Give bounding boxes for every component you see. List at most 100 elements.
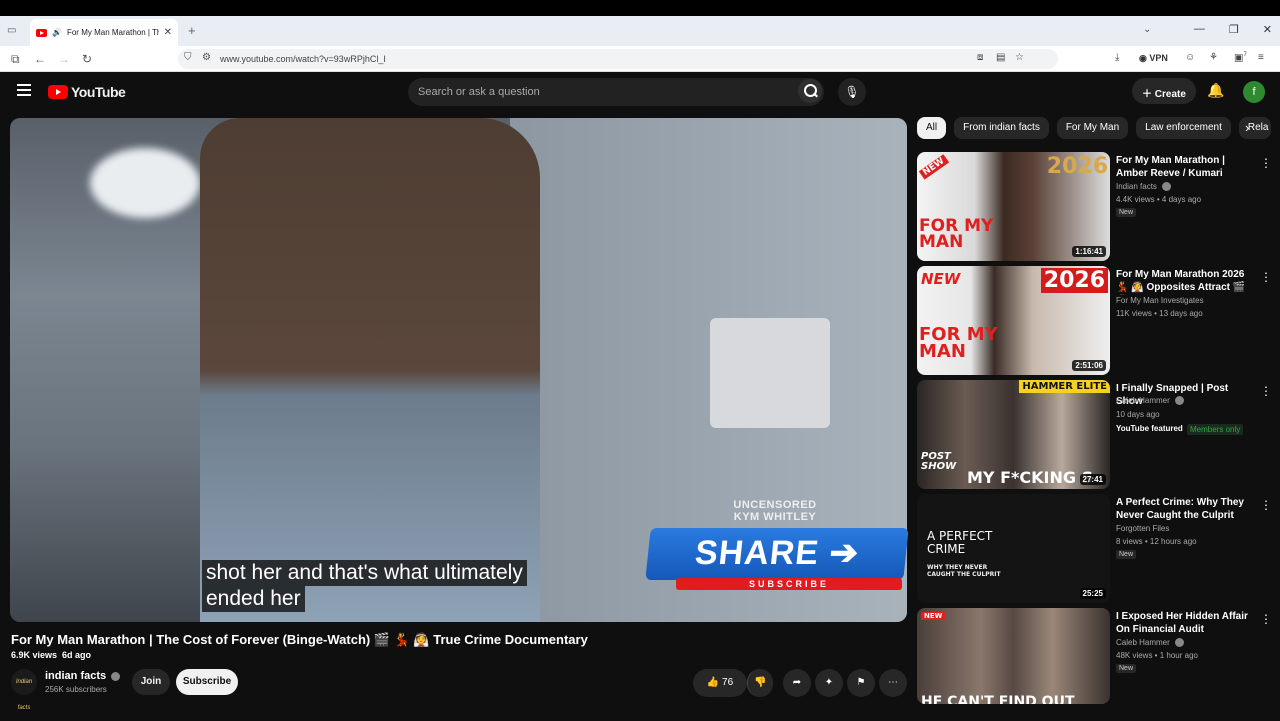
new-tab-icon[interactable]: + (188, 23, 196, 38)
ask-ai-button[interactable]: ✦ (815, 669, 843, 697)
rec-channel[interactable]: Forgotten Files (1116, 524, 1169, 533)
recommendation-item[interactable]: A PERFECT CRIME WHY THEY NEVER CAUGHT TH… (917, 494, 1272, 604)
dislike-button[interactable]: 👎 (747, 669, 773, 697)
video-thumbnail[interactable]: NEW HE CAN'T FIND OUT (917, 608, 1110, 704)
thumb-headline: FOR MY MAN (919, 324, 998, 362)
channel-avatar[interactable]: Indian facts (11, 669, 37, 711)
video-thumbnail[interactable]: NEW 2026 FOR MY MAN 1:16:41 (917, 152, 1110, 261)
create-button[interactable]: ＋ Create (1132, 78, 1196, 104)
recommendation-item[interactable]: HAMMER ELITE POST SHOW MY F*CKING S 27:4… (917, 380, 1272, 490)
more-vertical-icon[interactable]: ⋮ (1260, 156, 1272, 170)
extension-badge-icon[interactable]: ▣7 (1234, 52, 1247, 63)
thumbs-down-icon: 👎 (754, 677, 767, 688)
search-input[interactable]: Search or ask a question (408, 78, 824, 106)
youtube-play-icon (48, 85, 68, 99)
recommendation-item[interactable]: NEW 2026 FOR MY MAN 1:16:41 For My Man M… (917, 152, 1272, 262)
youtube-logo[interactable]: YouTube (48, 84, 126, 100)
microphone-icon[interactable]: 🎙 (838, 78, 866, 106)
overlay-line2: KYM WHITLEY (733, 511, 817, 523)
install-app-icon[interactable]: ⧈ (977, 52, 983, 63)
vpn-label: VPN (1149, 53, 1168, 63)
subscribe-button[interactable]: Subscribe (176, 669, 238, 695)
rec-channel-name[interactable]: Caleb Hammer (1116, 638, 1170, 647)
menu-icon[interactable] (17, 84, 31, 96)
video-duration: 27:41 (1079, 474, 1106, 485)
chip-for-my-man[interactable]: For My Man (1056, 117, 1129, 139)
video-thumbnail[interactable]: A PERFECT CRIME WHY THEY NEVER CAUGHT TH… (917, 494, 1110, 603)
bookmark-icon: ⚑ (856, 677, 866, 688)
youtube-favicon-icon (36, 28, 47, 37)
site-settings-icon[interactable]: ⚙ (202, 52, 211, 63)
like-button[interactable]: 👍 76 (693, 669, 747, 697)
chevron-right-icon[interactable]: › (1245, 120, 1249, 135)
search-icon[interactable] (798, 79, 822, 103)
video-frame-person (200, 118, 540, 622)
rec-title[interactable]: For My Man Marathon 2026 💃 👰 Opposites A… (1116, 268, 1254, 295)
minimize-icon[interactable]: — (1194, 23, 1205, 36)
channel-name-row[interactable]: indian facts (45, 670, 121, 682)
thumb-headline: HE CAN'T FIND OUT (921, 694, 1075, 704)
video-thumbnail[interactable]: NEW 2026 FOR MY MAN 2:51:06 (917, 266, 1110, 375)
more-actions-button[interactable]: ⋯ (879, 669, 907, 697)
chip-from-indian-facts[interactable]: From indian facts (954, 117, 1049, 139)
more-vertical-icon[interactable]: ⋮ (1260, 498, 1272, 512)
chip-law-enforcement[interactable]: Law enforcement (1136, 117, 1231, 139)
restore-icon[interactable]: ❐ (1229, 23, 1239, 36)
thumb-headline-top: 2026 (1040, 268, 1108, 293)
chip-related[interactable]: Rela (1238, 117, 1271, 139)
rec-channel[interactable]: Caleb Hammer (1116, 638, 1184, 648)
tab-close-icon[interactable]: ✕ (164, 27, 172, 38)
verified-icon (1174, 638, 1184, 648)
channel-name[interactable]: indian facts (45, 670, 106, 682)
more-vertical-icon[interactable]: ⋮ (1260, 270, 1272, 284)
audio-icon[interactable]: 🔊 (52, 28, 62, 37)
rec-title[interactable]: A Perfect Crime: Why They Never Caught t… (1116, 496, 1254, 522)
video-thumbnail[interactable]: HAMMER ELITE POST SHOW MY F*CKING S 27:4… (917, 380, 1110, 489)
reload-icon[interactable]: ↻ (82, 52, 92, 66)
tab-search-dropdown-icon[interactable]: ⌄ (1143, 24, 1151, 35)
save-button[interactable]: ⚑ (847, 669, 875, 697)
rec-meta: 48K views • 1 hour ago (1116, 651, 1198, 660)
like-count: 76 (722, 677, 734, 688)
video-frame-lampshade (710, 318, 830, 428)
caption-line2: ended her (202, 586, 305, 612)
browser-tab-active[interactable]: 🔊 For My Man Marathon | The Cost of Fore… (30, 19, 178, 46)
rec-channel-name[interactable]: Indian facts (1116, 182, 1157, 191)
members-only-badge: Members only (1187, 424, 1244, 435)
notifications-bell-icon[interactable]: 🔔 (1207, 82, 1224, 99)
rec-channel-name[interactable]: Caleb Hammer (1116, 396, 1170, 405)
bookmark-star-icon[interactable]: ☆ (1015, 52, 1024, 63)
chip-all[interactable]: All (917, 117, 947, 139)
window-close-icon[interactable]: ✕ (1263, 23, 1272, 36)
address-bar[interactable]: ⛉ ⚙ www.youtube.com/watch?v=93wRPjhCl_I (178, 49, 1058, 69)
thumb-headline-top: HAMMER ELITE (1019, 380, 1110, 393)
tab-actions-icon[interactable]: ▭ (7, 25, 16, 36)
new-badge: New (1116, 550, 1137, 559)
vpn-button[interactable]: ◉ VPN (1139, 53, 1168, 64)
account-icon[interactable]: ☺ (1185, 52, 1195, 63)
security-shield-icon[interactable]: ⛉ (184, 52, 192, 63)
back-icon[interactable]: ← (34, 52, 46, 66)
rec-channel[interactable]: Indian facts (1116, 182, 1171, 192)
recommendation-item[interactable]: NEW 2026 FOR MY MAN 2:51:06 For My Man M… (917, 266, 1272, 376)
video-frame-lamp (90, 148, 200, 218)
rec-title[interactable]: For My Man Marathon | Amber Reeve / Kuma… (1116, 154, 1254, 181)
browser-menu-icon[interactable]: ≡ (1258, 52, 1264, 63)
join-button[interactable]: Join (132, 669, 170, 695)
share-button[interactable]: ➦ (783, 669, 811, 697)
sidebar-toggle-icon[interactable]: ⧉ (11, 52, 20, 67)
thumb-corner-label: POST SHOW (921, 451, 957, 472)
forward-icon[interactable]: → (58, 52, 70, 66)
more-vertical-icon[interactable]: ⋮ (1260, 384, 1272, 398)
extensions-icon[interactable]: ⚘ (1209, 52, 1218, 63)
more-horizontal-icon: ⋯ (888, 677, 898, 688)
reader-mode-icon[interactable]: ▤ (996, 52, 1005, 63)
rec-channel[interactable]: For My Man Investigates (1116, 296, 1204, 305)
user-avatar[interactable]: f (1243, 81, 1265, 103)
rec-channel[interactable]: Caleb Hammer (1116, 396, 1184, 406)
download-icon[interactable]: ⤓ (1115, 52, 1119, 63)
rec-title[interactable]: I Exposed Her Hidden Affair On Financial… (1116, 610, 1254, 636)
rec-meta: 4.4K views • 4 days ago (1116, 195, 1202, 204)
more-vertical-icon[interactable]: ⋮ (1260, 612, 1272, 626)
recommendation-item[interactable]: NEW HE CAN'T FIND OUT I Exposed Her Hidd… (917, 608, 1272, 704)
